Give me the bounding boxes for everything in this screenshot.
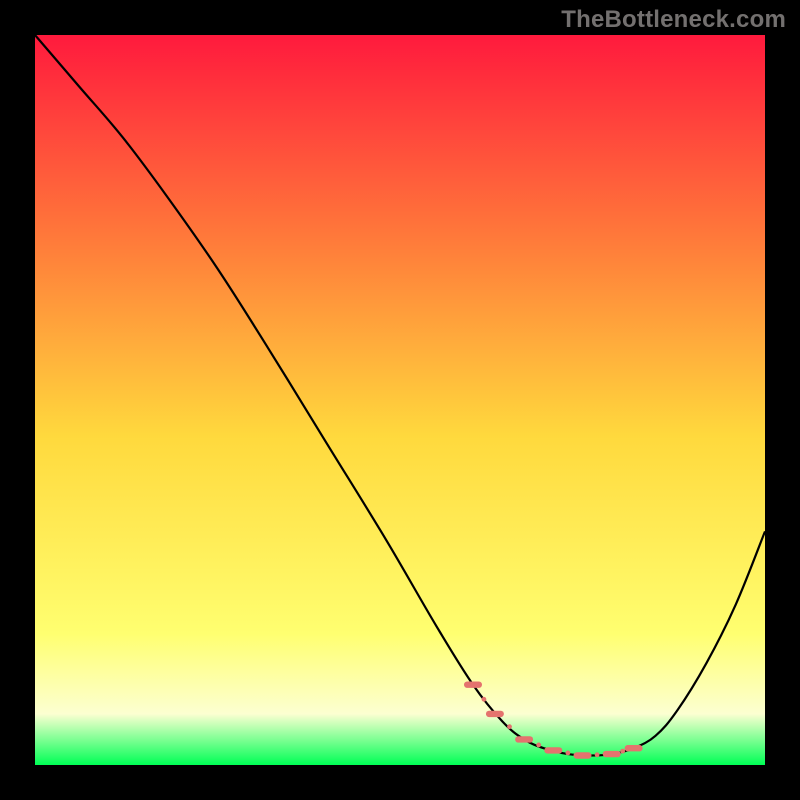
valley-marker-dot [620, 749, 625, 754]
valley-marker-dot [595, 752, 600, 757]
valley-marker-dot [507, 724, 512, 729]
valley-marker [544, 747, 562, 753]
valley-marker [464, 682, 482, 688]
chart-svg [35, 35, 765, 765]
valley-marker [486, 711, 504, 717]
valley-marker-dot [482, 697, 487, 702]
gradient-background [35, 35, 765, 765]
valley-marker [515, 736, 533, 742]
valley-marker-dot [566, 751, 571, 756]
watermark-text: TheBottleneck.com [561, 6, 786, 34]
valley-marker-dot [536, 743, 541, 748]
plot-area [35, 35, 765, 765]
valley-marker [574, 752, 592, 758]
valley-marker [625, 745, 643, 751]
chart-container: TheBottleneck.com [0, 0, 800, 800]
valley-marker [603, 751, 621, 757]
